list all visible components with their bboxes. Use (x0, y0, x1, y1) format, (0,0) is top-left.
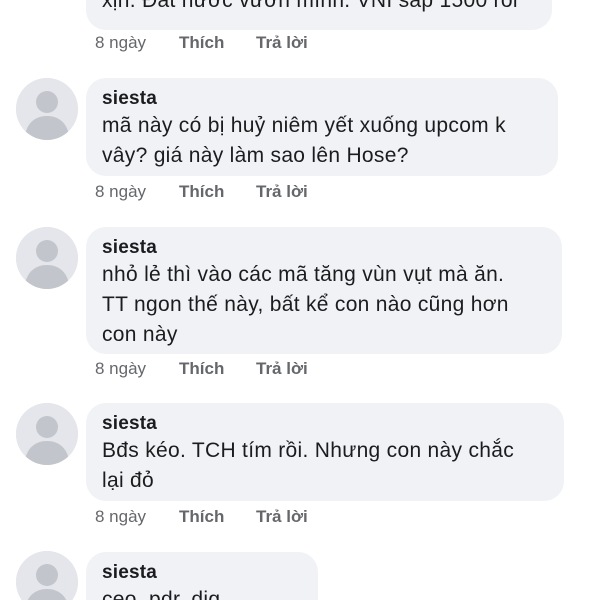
comment-time: 8 ngày (95, 182, 147, 201)
comment-text: mã này có bị huỷ niêm yết xuống upcom k … (102, 114, 506, 167)
reply-button[interactable]: Trả lời (256, 31, 308, 55)
comment-meta: 8 ngày Thích Trả lời (95, 357, 308, 381)
comment-meta: 8 ngày Thích Trả lời (95, 31, 308, 55)
comment-bubble: siesta ceo, pdr, dig (86, 552, 318, 600)
comment-bubble: siesta Bđs kéo. TCH tím rồi. Nhưng con n… (86, 403, 564, 501)
comment-author[interactable]: siesta (102, 236, 546, 260)
reply-button[interactable]: Trả lời (256, 505, 308, 529)
comment-thread: xịn. Đất nước vươn mình. VNI sắp 1500 rồ… (0, 0, 600, 600)
default-user-silhouette-icon (16, 403, 78, 465)
avatar[interactable] (16, 78, 78, 140)
comment-text: ceo, pdr, dig (102, 588, 221, 600)
comment-bubble: siesta nhỏ lẻ thì vào các mã tăng vùn vụ… (86, 227, 562, 354)
default-user-silhouette-icon (16, 227, 78, 289)
comment-time: 8 ngày (95, 507, 147, 526)
default-user-silhouette-icon (16, 78, 78, 140)
comment-meta: 8 ngày Thích Trả lời (95, 180, 308, 204)
reply-button[interactable]: Trả lời (256, 180, 308, 204)
comment-time: 8 ngày (95, 359, 147, 378)
comment-author[interactable]: siesta (102, 412, 548, 436)
like-button[interactable]: Thích (179, 357, 256, 381)
comment-author[interactable]: siesta (102, 561, 302, 585)
comment-text: Bđs kéo. TCH tím rồi. Nhưng con này chắc… (102, 439, 515, 492)
comment-text: nhỏ lẻ thì vào các mã tăng vùn vụt mà ăn… (102, 263, 509, 346)
avatar[interactable] (16, 551, 78, 600)
reply-button[interactable]: Trả lời (256, 357, 308, 381)
avatar[interactable] (16, 227, 78, 289)
comment-bubble: xịn. Đất nước vươn mình. VNI sắp 1500 rồ… (86, 0, 552, 30)
comment-author[interactable]: siesta (102, 87, 542, 111)
comment-bubble: siesta mã này có bị huỷ niêm yết xuống u… (86, 78, 558, 176)
like-button[interactable]: Thích (179, 31, 256, 55)
comment-text: xịn. Đất nước vươn mình. VNI sắp 1500 rồ… (102, 0, 518, 12)
like-button[interactable]: Thích (179, 180, 256, 204)
like-button[interactable]: Thích (179, 505, 256, 529)
avatar[interactable] (16, 403, 78, 465)
comment-meta: 8 ngày Thích Trả lời (95, 505, 308, 529)
comment-time: 8 ngày (95, 33, 147, 52)
default-user-silhouette-icon (16, 551, 78, 600)
